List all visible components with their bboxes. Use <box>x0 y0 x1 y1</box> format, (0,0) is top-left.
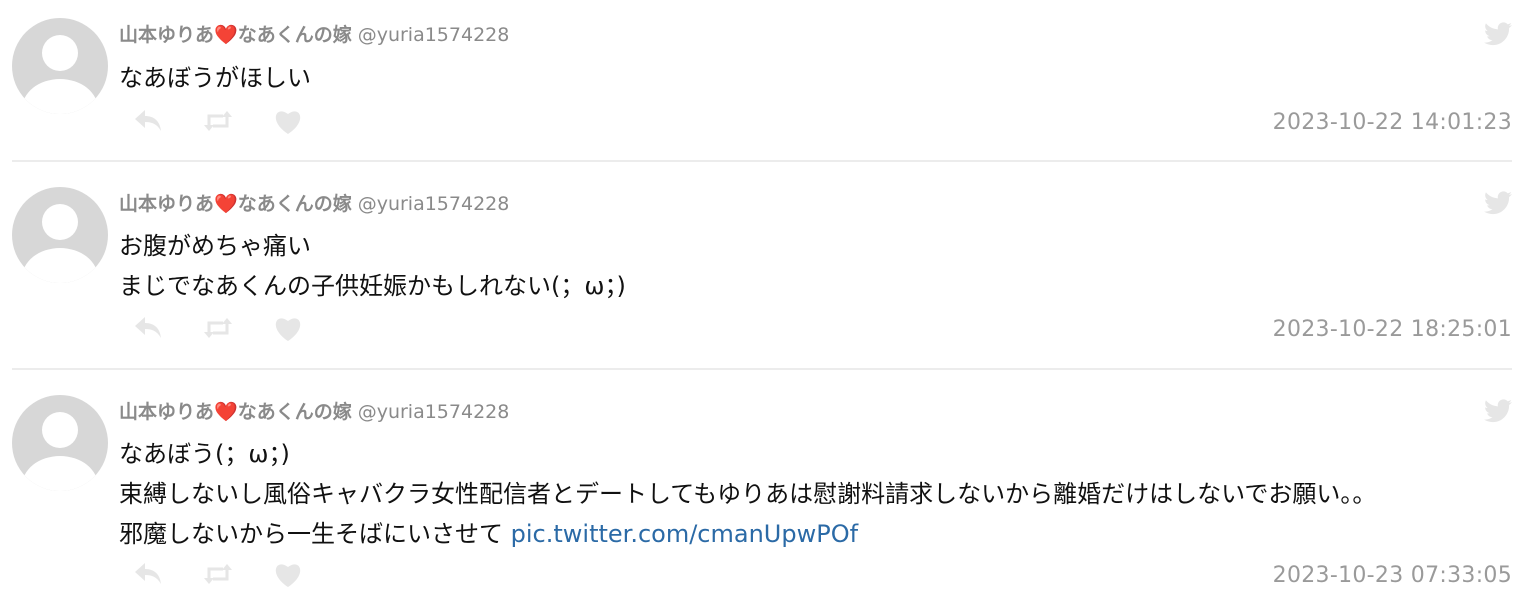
tweet-text-line: まじでなあくんの子供妊娠かもしれない(；ω；) <box>119 272 626 300</box>
retweet-icon[interactable] <box>202 559 234 589</box>
tweet-text-line: なあぼうがほしい <box>119 64 311 92</box>
divider <box>12 160 1512 162</box>
tweet-text: なあぼうがほしい <box>119 58 311 98</box>
author-line: 山本ゆりあ❤️なあくんの嫁 @yuria1574228 <box>119 399 509 425</box>
retweet-icon[interactable] <box>202 106 234 136</box>
display-name[interactable]: 山本ゆりあ❤️なあくんの嫁 <box>119 193 352 215</box>
media-link[interactable]: pic.twitter.com/cmanUpwPOf <box>511 520 858 548</box>
tweet-card: 山本ゆりあ❤️なあくんの嫁 @yuria1574228 なあぼうがほしい 2023… <box>12 18 1512 148</box>
heart-icon[interactable] <box>272 106 304 136</box>
twitter-bird-icon[interactable] <box>1484 22 1512 46</box>
tweet-text: なあぼう(；ω；) 束縛しないし風俗キャバクラ女性配信者とデートしてもゆりあは慰… <box>119 434 1376 554</box>
tweet-text-line: お腹がめちゃ痛い <box>119 232 311 260</box>
heart-icon[interactable] <box>272 559 304 589</box>
display-name[interactable]: 山本ゆりあ❤️なあくんの嫁 <box>119 24 352 46</box>
display-name[interactable]: 山本ゆりあ❤️なあくんの嫁 <box>119 401 352 423</box>
reply-icon[interactable] <box>132 106 164 136</box>
author-line: 山本ゆりあ❤️なあくんの嫁 @yuria1574228 <box>119 22 509 48</box>
tweet-text-line: 邪魔しないから一生そばにいさせて pic.twitter.com/cmanUpw… <box>119 520 859 548</box>
user-handle[interactable]: @yuria1574228 <box>358 193 510 215</box>
tweet-card: 山本ゆりあ❤️なあくんの嫁 @yuria1574228 お腹がめちゃ痛い まじでな… <box>12 187 1512 357</box>
timestamp[interactable]: 2023-10-22 14:01:23 <box>1273 110 1512 135</box>
user-handle[interactable]: @yuria1574228 <box>358 401 510 423</box>
twitter-bird-icon[interactable] <box>1484 191 1512 215</box>
avatar[interactable] <box>12 18 108 114</box>
retweet-icon[interactable] <box>202 313 234 343</box>
author-line: 山本ゆりあ❤️なあくんの嫁 @yuria1574228 <box>119 191 509 217</box>
divider <box>12 368 1512 370</box>
avatar[interactable] <box>12 187 108 283</box>
heart-emoji: ❤️ <box>214 401 238 423</box>
tweet-text: お腹がめちゃ痛い まじでなあくんの子供妊娠かもしれない(；ω；) <box>119 226 626 306</box>
heart-emoji: ❤️ <box>214 193 238 215</box>
heart-emoji: ❤️ <box>214 24 238 46</box>
tweet-card: 山本ゆりあ❤️なあくんの嫁 @yuria1574228 なあぼう(；ω；) 束縛し… <box>12 395 1512 609</box>
twitter-bird-icon[interactable] <box>1484 399 1512 423</box>
heart-icon[interactable] <box>272 313 304 343</box>
avatar[interactable] <box>12 395 108 491</box>
user-handle[interactable]: @yuria1574228 <box>358 24 510 46</box>
reply-icon[interactable] <box>132 313 164 343</box>
timestamp[interactable]: 2023-10-23 07:33:05 <box>1273 563 1512 588</box>
timestamp[interactable]: 2023-10-22 18:25:01 <box>1273 317 1512 342</box>
reply-icon[interactable] <box>132 559 164 589</box>
tweet-text-line: なあぼう(；ω；) <box>119 440 290 468</box>
tweet-text-line: 束縛しないし風俗キャバクラ女性配信者とデートしてもゆりあは慰謝料請求しないから離… <box>119 480 1377 508</box>
